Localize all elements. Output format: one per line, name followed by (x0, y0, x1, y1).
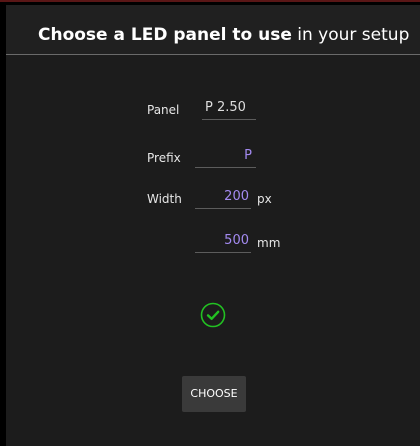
width-px-value: 200 (224, 189, 249, 204)
width-px-input[interactable]: 200 (195, 186, 251, 209)
dialog-title-bar: Choose a LED panel to use in your setup (6, 5, 420, 55)
panel-select[interactable]: P 2.50 (202, 97, 256, 120)
check-circle-icon (200, 302, 226, 328)
dialog-title-regular: in your setup (291, 25, 410, 45)
dialog-title-bold: Choose a LED panel to use (38, 25, 292, 45)
led-panel-dialog: Choose a LED panel to use in your setup … (6, 5, 420, 446)
width-mm-input[interactable]: 500 (195, 230, 251, 253)
width-px-unit: px (257, 192, 272, 206)
width-mm-value: 500 (224, 233, 249, 248)
dialog-title: Choose a LED panel to use in your setup (38, 24, 409, 46)
panel-label: Panel (147, 103, 180, 117)
width-mm-unit: mm (257, 236, 281, 250)
width-label: Width (147, 192, 182, 206)
prefix-value: P (244, 148, 252, 163)
panel-value: P 2.50 (205, 100, 246, 115)
prefix-input[interactable]: P (195, 145, 256, 168)
choose-button[interactable]: CHOOSE (182, 376, 246, 412)
prefix-label: Prefix (147, 151, 181, 165)
window-accent-line (0, 0, 420, 2)
